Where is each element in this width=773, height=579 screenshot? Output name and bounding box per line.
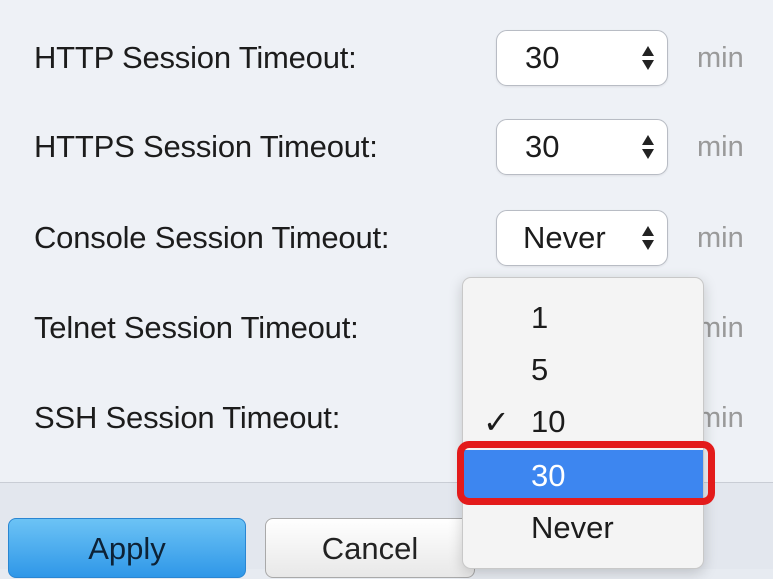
apply-button[interactable]: Apply	[8, 518, 246, 578]
option-label: 1	[531, 300, 549, 335]
console-timeout-select[interactable]: Never	[496, 210, 668, 266]
dropdown-option[interactable]: 1	[463, 292, 703, 344]
http-timeout-unit: min	[697, 42, 744, 74]
dropdown-option[interactable]: Never	[463, 502, 703, 554]
http-timeout-row: HTTP Session Timeout: 30 min	[0, 27, 773, 89]
updown-arrows-icon	[642, 135, 654, 159]
http-timeout-label: HTTP Session Timeout:	[34, 40, 357, 75]
https-timeout-value: 30	[525, 129, 560, 164]
ssh-timeout-label: SSH Session Timeout:	[34, 400, 341, 435]
https-timeout-unit: min	[697, 131, 744, 163]
annotation-highlight-box	[457, 441, 715, 505]
cancel-button[interactable]: Cancel	[265, 518, 475, 578]
telnet-timeout-label: Telnet Session Timeout:	[34, 310, 359, 345]
https-timeout-row: HTTPS Session Timeout: 30 min	[0, 116, 773, 178]
https-timeout-label: HTTPS Session Timeout:	[34, 129, 378, 164]
option-label: 5	[531, 352, 549, 387]
console-timeout-unit: min	[697, 222, 744, 254]
telnet-timeout-unit: min	[697, 312, 744, 344]
http-timeout-value: 30	[525, 40, 560, 75]
console-timeout-dropdown-menu: 1 5 ✓ 10 30 Never	[462, 277, 704, 569]
console-timeout-value: Never	[523, 220, 606, 255]
console-timeout-label: Console Session Timeout:	[34, 220, 390, 255]
https-timeout-select[interactable]: 30	[496, 119, 668, 175]
updown-arrows-icon	[642, 226, 654, 250]
http-timeout-select[interactable]: 30	[496, 30, 668, 86]
option-label: Never	[531, 510, 614, 545]
dropdown-option[interactable]: 5	[463, 344, 703, 396]
console-timeout-row: Console Session Timeout: Never min	[0, 207, 773, 269]
ssh-timeout-unit: min	[697, 402, 744, 434]
updown-arrows-icon	[642, 46, 654, 70]
